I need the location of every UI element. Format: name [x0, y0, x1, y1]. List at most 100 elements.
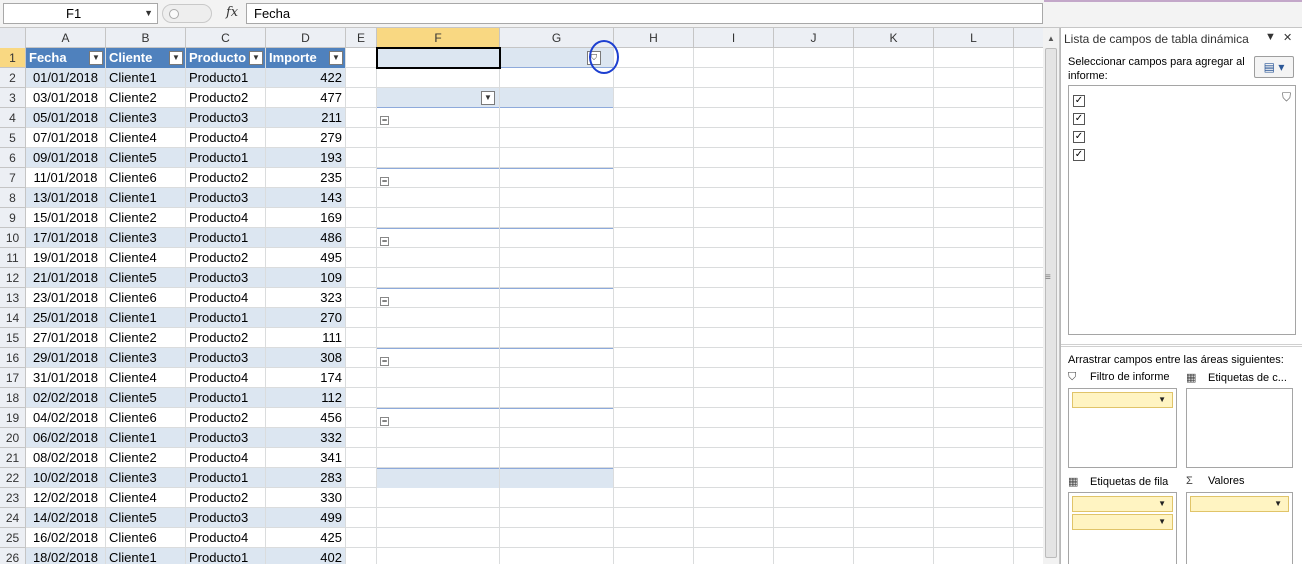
table-cell[interactable]: 279	[266, 128, 345, 147]
row-header[interactable]: 2	[0, 68, 26, 88]
table-cell[interactable]: 16/02/2018	[26, 528, 105, 547]
pivot-group-row[interactable]: −	[377, 168, 499, 188]
field-checkbox[interactable]: ✓	[1073, 149, 1085, 161]
table-cell[interactable]: Cliente2	[106, 88, 185, 107]
table-cell[interactable]: 235	[266, 168, 345, 187]
table-cell[interactable]: Cliente1	[106, 68, 185, 87]
table-cell[interactable]: 486	[266, 228, 345, 247]
table-cell[interactable]: 25/01/2018	[26, 308, 105, 327]
table-cell[interactable]: Producto1	[186, 388, 265, 407]
table-cell[interactable]: Cliente5	[106, 268, 185, 287]
table-cell[interactable]: 169	[266, 208, 345, 227]
table-cell[interactable]: 193	[266, 148, 345, 167]
table-cell[interactable]: Cliente2	[106, 328, 185, 347]
table-cell[interactable]: Cliente6	[106, 288, 185, 307]
table-cell[interactable]: Cliente2	[106, 208, 185, 227]
table-cell[interactable]: Producto4	[186, 448, 265, 467]
pivot-item-label[interactable]	[377, 208, 499, 228]
table-cell[interactable]: 13/01/2018	[26, 188, 105, 207]
insert-function-icon[interactable]: fx	[226, 5, 238, 20]
table-cell[interactable]: Producto3	[186, 348, 265, 367]
table-cell[interactable]: 109	[266, 268, 345, 287]
row-header[interactable]: 12	[0, 268, 26, 288]
table-cell[interactable]: 111	[266, 328, 345, 347]
column-header-j[interactable]: J	[774, 28, 854, 48]
pivot-item-label[interactable]	[377, 248, 499, 268]
vertical-scrollbar[interactable]: ▲ ≡	[1043, 28, 1060, 564]
table-cell[interactable]: 06/02/2018	[26, 428, 105, 447]
table-cell[interactable]: Producto2	[186, 328, 265, 347]
table-cell[interactable]: Producto4	[186, 368, 265, 387]
pivot-item-label[interactable]	[377, 448, 499, 468]
row-header[interactable]: 21	[0, 448, 26, 468]
column-header-a[interactable]: A	[26, 28, 106, 48]
filter-dropdown-icon[interactable]: ▼	[249, 51, 263, 65]
table-cell[interactable]: 18/02/2018	[26, 548, 105, 564]
table-cell[interactable]: 04/02/2018	[26, 408, 105, 427]
row-labels-area[interactable]: ▼ ▼	[1068, 492, 1177, 564]
table-cell[interactable]: Producto1	[186, 468, 265, 487]
table-cell[interactable]: Producto1	[186, 548, 265, 564]
table-cell[interactable]: 12/02/2018	[26, 488, 105, 507]
table-cell[interactable]: Cliente1	[106, 428, 185, 447]
table-cell[interactable]: Cliente6	[106, 528, 185, 547]
column-header-l[interactable]: L	[934, 28, 1014, 48]
pivot-group-row[interactable]: −	[377, 228, 499, 248]
table-cell[interactable]: Producto2	[186, 408, 265, 427]
table-cell[interactable]: 308	[266, 348, 345, 367]
name-box[interactable]: F1 ▼	[3, 3, 158, 24]
table-cell[interactable]: Cliente3	[106, 348, 185, 367]
row-header[interactable]: 24	[0, 508, 26, 528]
table-cell[interactable]: Cliente5	[106, 148, 185, 167]
table-cell[interactable]: Cliente6	[106, 168, 185, 187]
field-item-fecha[interactable]: ✓	[1073, 90, 1088, 107]
collapse-icon[interactable]: −	[380, 297, 389, 306]
pane-splitter[interactable]	[1061, 344, 1302, 347]
area-field-chip[interactable]: ▼	[1072, 514, 1173, 530]
table-cell[interactable]: Cliente6	[106, 408, 185, 427]
row-header[interactable]: 5	[0, 128, 26, 148]
table-cell[interactable]: 495	[266, 248, 345, 267]
table-cell[interactable]: Cliente1	[106, 548, 185, 564]
pivot-item-label[interactable]	[377, 308, 499, 328]
layout-options-button[interactable]: ▤ ▾	[1254, 56, 1294, 78]
table-cell[interactable]: Cliente4	[106, 488, 185, 507]
table-cell[interactable]: 29/01/2018	[26, 348, 105, 367]
chevron-down-icon[interactable]: ▼	[1265, 31, 1276, 43]
row-header[interactable]: 7	[0, 168, 26, 188]
chevron-down-icon[interactable]: ▼	[1158, 515, 1166, 529]
filter-dropdown-icon[interactable]: ▼	[89, 51, 103, 65]
pivot-item-label[interactable]	[377, 188, 499, 208]
table-cell[interactable]: Cliente4	[106, 248, 185, 267]
area-field-chip[interactable]: ▼	[1072, 392, 1173, 408]
table-cell[interactable]: 27/01/2018	[26, 328, 105, 347]
filter-dropdown-icon[interactable]: ▼	[169, 51, 183, 65]
table-cell[interactable]: 03/01/2018	[26, 88, 105, 107]
chevron-down-icon[interactable]: ▼	[144, 4, 153, 23]
column-header-h[interactable]: H	[614, 28, 694, 48]
table-header-cell[interactable]: Cliente ▼	[106, 48, 185, 68]
table-cell[interactable]: Producto3	[186, 188, 265, 207]
column-header-i[interactable]: I	[694, 28, 774, 48]
field-checkbox[interactable]: ✓	[1073, 113, 1085, 125]
scroll-up-icon[interactable]: ▲	[1047, 34, 1055, 43]
table-cell[interactable]: 270	[266, 308, 345, 327]
table-cell[interactable]: 477	[266, 88, 345, 107]
row-header[interactable]: 19	[0, 408, 26, 428]
table-cell[interactable]: 11/01/2018	[26, 168, 105, 187]
table-cell[interactable]: Cliente4	[106, 128, 185, 147]
table-cell[interactable]: Producto1	[186, 308, 265, 327]
table-cell[interactable]: Producto3	[186, 428, 265, 447]
field-item-producto[interactable]: ✓	[1073, 126, 1088, 143]
table-cell[interactable]: Producto2	[186, 488, 265, 507]
table-cell[interactable]: 499	[266, 508, 345, 527]
collapse-icon[interactable]: −	[380, 357, 389, 366]
area-field-chip[interactable]: ▼	[1072, 496, 1173, 512]
table-cell[interactable]: Cliente5	[106, 388, 185, 407]
table-cell[interactable]: 09/01/2018	[26, 148, 105, 167]
row-header[interactable]: 14	[0, 308, 26, 328]
table-cell[interactable]: 31/01/2018	[26, 368, 105, 387]
table-cell[interactable]: 02/02/2018	[26, 388, 105, 407]
table-cell[interactable]: Producto4	[186, 128, 265, 147]
table-cell[interactable]: 425	[266, 528, 345, 547]
